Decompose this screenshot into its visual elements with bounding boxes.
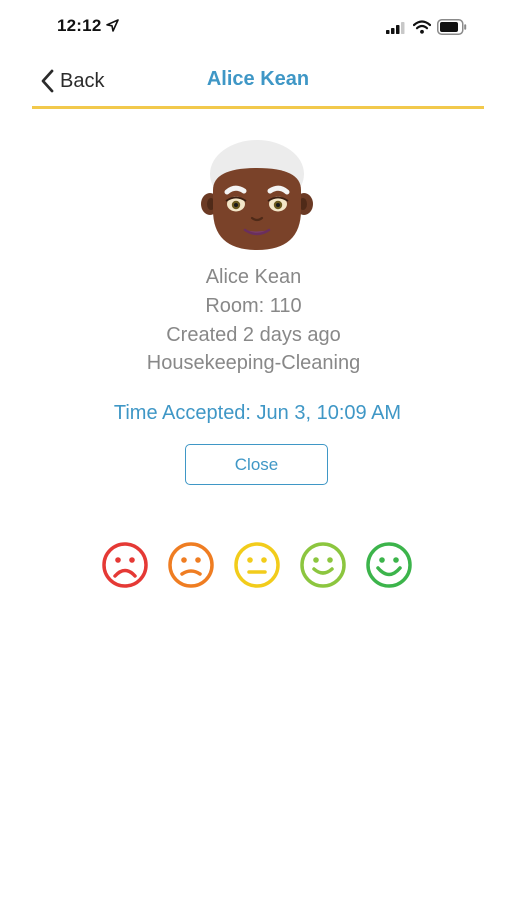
status-bar: 12:12: [0, 0, 507, 56]
wifi-icon: [413, 20, 431, 34]
happy-face-icon[interactable]: [299, 541, 347, 589]
very-happy-face-icon[interactable]: [365, 541, 413, 589]
room-number: Room: 110: [205, 295, 302, 317]
neutral-face-icon[interactable]: [233, 541, 281, 589]
battery-icon: [437, 19, 467, 35]
cellular-signal-icon: [386, 22, 405, 34]
chevron-left-icon: [41, 69, 54, 93]
time-accepted: Time Accepted: Jun 3, 10:09 AM: [113, 402, 402, 424]
status-time: 12:12: [57, 16, 102, 35]
sad-face-icon[interactable]: [167, 541, 215, 589]
navigation-bar: Back Alice Kean: [32, 56, 484, 109]
avatar: [201, 140, 313, 250]
back-button[interactable]: Back: [40, 67, 104, 95]
created-time: Created 2 days ago: [166, 324, 341, 346]
guest-name: Alice Kean: [205, 266, 302, 288]
location-arrow-icon: [106, 19, 119, 32]
rating-row: [0, 541, 507, 591]
close-button[interactable]: Close: [185, 444, 328, 485]
very-sad-face-icon[interactable]: [101, 541, 149, 589]
back-label: Back: [60, 69, 105, 92]
request-category: Housekeeping-Cleaning: [146, 352, 361, 374]
